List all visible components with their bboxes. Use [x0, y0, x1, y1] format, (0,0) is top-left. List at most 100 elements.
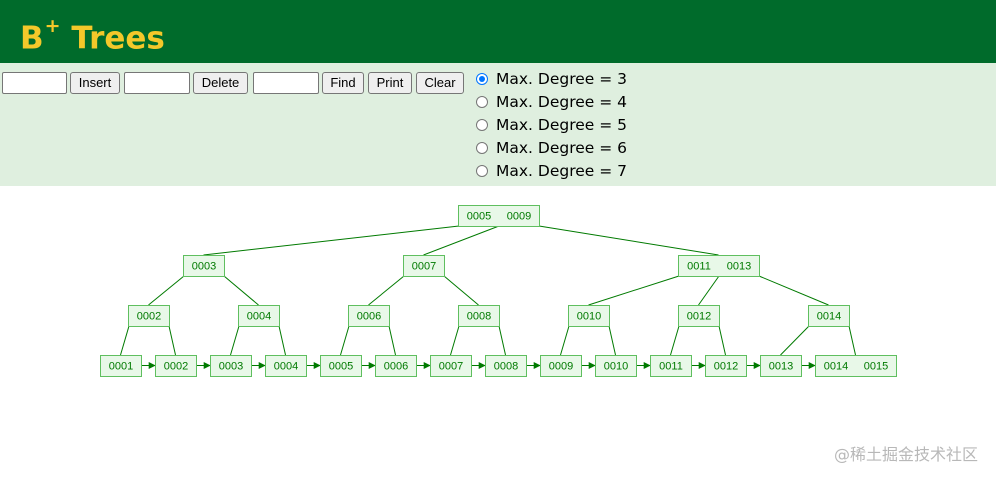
tree-node: 0002: [128, 305, 170, 327]
degree-radio-3[interactable]: [476, 72, 488, 85]
tree-edge: [230, 325, 240, 356]
degree-radio-7[interactable]: [476, 164, 488, 177]
insert-button[interactable]: Insert: [70, 72, 120, 94]
tree-edge: [758, 275, 829, 306]
tree-edge: [718, 325, 726, 356]
delete-input[interactable]: [124, 72, 190, 94]
tree-edge: [450, 325, 460, 356]
tree-node-key: 0006: [384, 361, 408, 373]
tree-edge: [168, 325, 176, 356]
tree-edge: [538, 225, 719, 256]
tree-node-key: 0001: [109, 361, 133, 373]
tree-node: 0008: [458, 305, 500, 327]
bplus-tree-canvas: 0005 0009 0003 0007 0011 0013 0002 0004 0006 0008…: [100, 205, 897, 377]
title-text: B: [20, 20, 44, 57]
tree-node-key: 0011: [659, 361, 683, 373]
tree-node: 0007: [430, 355, 472, 377]
tree-edge: [608, 325, 616, 356]
degree-label-5: Max. Degree = 5: [496, 115, 628, 134]
tree-edge: [340, 325, 350, 356]
tree-edge: [203, 225, 460, 256]
tree-node-key: 0005: [329, 361, 353, 373]
degree-label-4: Max. Degree = 4: [496, 92, 628, 111]
find-button[interactable]: Find: [322, 72, 364, 94]
tree-node: 0012: [678, 305, 720, 327]
tree-edges: [120, 225, 856, 356]
tree-node-key: 0014: [817, 311, 841, 323]
title-text-rest: Trees: [60, 20, 165, 57]
tree-node-key: 0011: [687, 261, 711, 273]
tree-node: 0007: [403, 255, 445, 277]
tree-node-key: 0010: [604, 361, 628, 373]
tree-edge: [498, 325, 506, 356]
tree-edge: [423, 225, 500, 256]
delete-button[interactable]: Delete: [193, 72, 248, 94]
tree-edge: [120, 325, 130, 356]
tree-node-key: 0007: [439, 361, 463, 373]
page-title: B+ Trees: [20, 12, 165, 57]
tree-edge: [670, 325, 680, 356]
tree-node: 0014 0015: [815, 355, 897, 377]
tree-node-key: 0009: [507, 211, 531, 223]
tree-node: 0006: [375, 355, 417, 377]
tree-edge: [223, 275, 259, 306]
degree-option-7[interactable]: Max. Degree = 7: [476, 159, 627, 182]
tree-edge: [278, 325, 286, 356]
tree-node: 0005 0009: [458, 205, 540, 227]
tree-node-key: 0009: [549, 361, 573, 373]
degree-option-4[interactable]: Max. Degree = 4: [476, 90, 627, 113]
watermark: @稀土掘金技术社区: [833, 445, 978, 464]
tree-node-key: 0008: [467, 311, 491, 323]
tree-node-key: 0003: [219, 361, 243, 373]
tree-edge: [698, 275, 720, 306]
tree-edge: [780, 325, 810, 356]
tree-node-key: 0014: [824, 361, 848, 373]
degree-option-3[interactable]: Max. Degree = 3: [476, 67, 627, 90]
tree-node: 0010: [568, 305, 610, 327]
tree-node-key: 0002: [164, 361, 188, 373]
print-button[interactable]: Print: [368, 72, 412, 94]
app-header: B+ Trees: [0, 0, 996, 63]
tree-node-key: 0006: [357, 311, 381, 323]
degree-radio-5[interactable]: [476, 118, 488, 131]
title-superscript: +: [44, 15, 61, 37]
degree-label-7: Max. Degree = 7: [496, 161, 628, 180]
tree-node: 0010: [595, 355, 637, 377]
tree-node: 0013: [760, 355, 802, 377]
insert-input[interactable]: [2, 72, 67, 94]
tree-node-key: 0005: [467, 211, 491, 223]
find-input[interactable]: [253, 72, 319, 94]
tree-edge: [588, 275, 680, 306]
tree-node-key: 0008: [494, 361, 518, 373]
degree-radio-4[interactable]: [476, 95, 488, 108]
tree-edge: [848, 325, 856, 356]
tree-edge: [388, 325, 396, 356]
degree-option-5[interactable]: Max. Degree = 5: [476, 113, 627, 136]
tree-node-key: 0012: [687, 311, 711, 323]
degree-option-6[interactable]: Max. Degree = 6: [476, 136, 627, 159]
tree-node: 0012: [705, 355, 747, 377]
tree-node: 0002: [155, 355, 197, 377]
tree-node: 0003: [210, 355, 252, 377]
tree-edge: [368, 275, 405, 306]
tree-node: 0009: [540, 355, 582, 377]
tree-node-key: 0004: [247, 311, 271, 323]
clear-button[interactable]: Clear: [416, 72, 464, 94]
tree-node-key: 0012: [714, 361, 738, 373]
tree-node: 0011 0013: [678, 255, 760, 277]
tree-node: 0014: [808, 305, 850, 327]
tree-node-key: 0003: [192, 261, 216, 273]
tree-node: 0008: [485, 355, 527, 377]
degree-label-3: Max. Degree = 3: [496, 69, 628, 88]
tree-node-key: 0013: [769, 361, 793, 373]
tree-node-key: 0004: [274, 361, 298, 373]
tree-node-key: 0013: [727, 261, 751, 273]
tree-node: 0004: [265, 355, 307, 377]
tree-node-key: 0002: [137, 311, 161, 323]
tree-node: 0004: [238, 305, 280, 327]
degree-label-6: Max. Degree = 6: [496, 138, 628, 157]
tree-edge: [148, 275, 185, 306]
tree-node-key: 0015: [864, 361, 888, 373]
tree-node: 0001: [100, 355, 142, 377]
degree-radio-6[interactable]: [476, 141, 488, 154]
